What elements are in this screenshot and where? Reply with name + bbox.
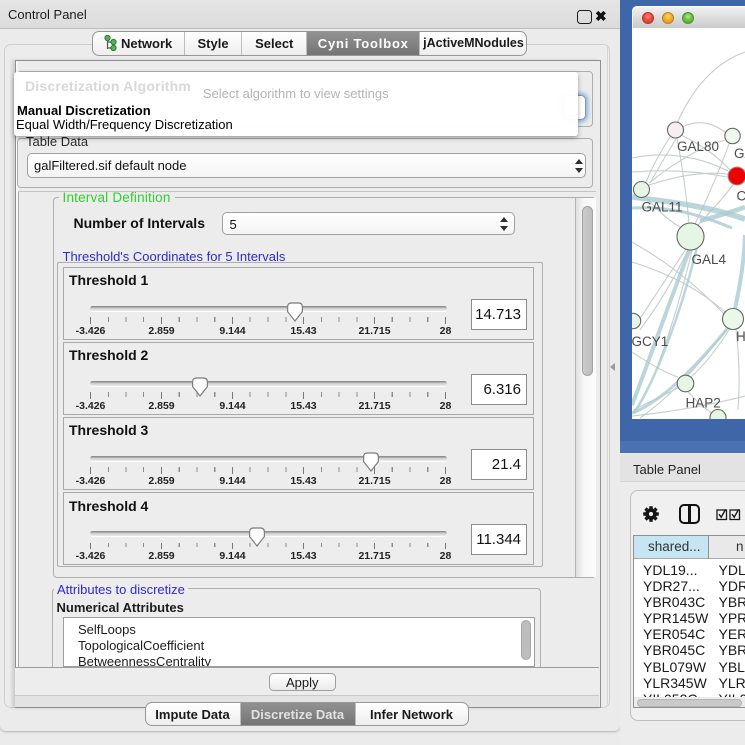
svg-text:C: C bbox=[737, 189, 745, 204]
svg-text:GAL11: GAL11 bbox=[642, 200, 683, 215]
svg-text:H: H bbox=[736, 329, 745, 344]
svg-text:HAP2: HAP2 bbox=[686, 396, 721, 411]
svg-text:GA: GA bbox=[734, 146, 745, 161]
svg-text:GAL4: GAL4 bbox=[692, 252, 727, 267]
svg-text:GAL80: GAL80 bbox=[677, 139, 719, 154]
svg-text:GCY1: GCY1 bbox=[632, 334, 668, 349]
